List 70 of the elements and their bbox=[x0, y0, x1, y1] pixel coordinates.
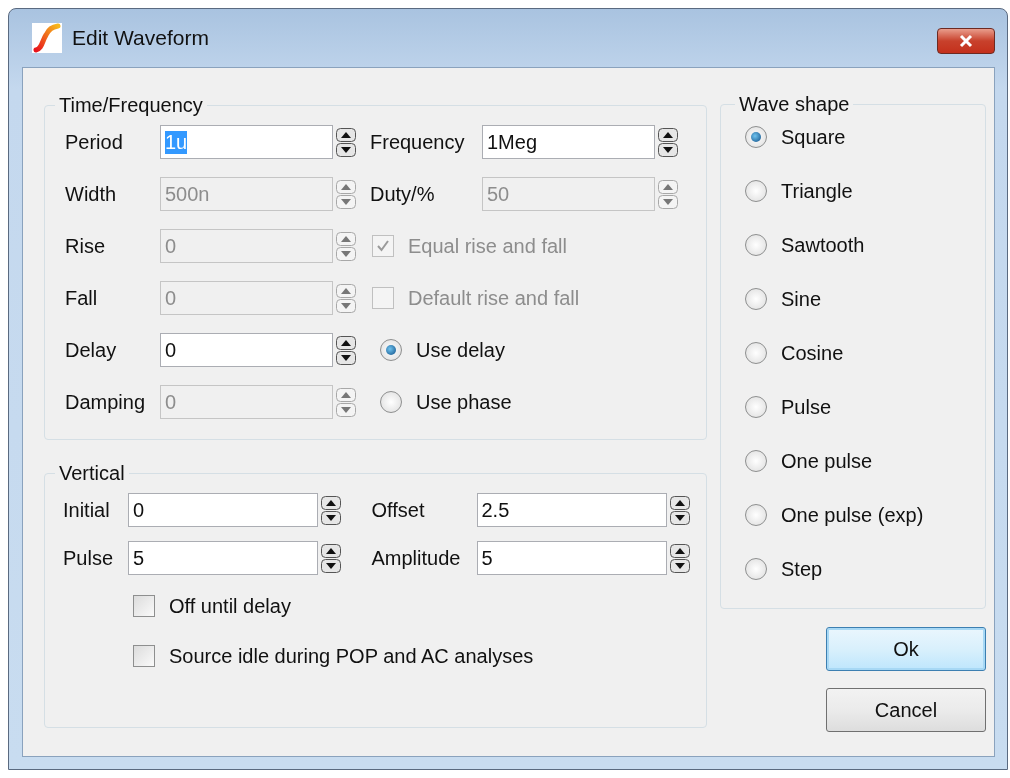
spin-up-button[interactable] bbox=[336, 335, 356, 350]
spin-down-button[interactable] bbox=[669, 510, 690, 525]
radio-label: Use delay bbox=[416, 338, 505, 362]
radio-button[interactable] bbox=[745, 450, 767, 472]
close-icon bbox=[958, 34, 974, 48]
radio-button[interactable] bbox=[745, 504, 767, 526]
app-icon bbox=[32, 23, 62, 53]
spin-up-button[interactable] bbox=[669, 543, 690, 558]
field-label: Period bbox=[65, 130, 124, 154]
spin-down-button[interactable] bbox=[321, 558, 341, 573]
field-label: Amplitude bbox=[371, 546, 462, 570]
field-label: Pulse bbox=[63, 546, 115, 570]
spin-down-button[interactable] bbox=[336, 142, 356, 157]
field-label: Width bbox=[65, 182, 118, 206]
radio-button[interactable] bbox=[745, 234, 767, 256]
checkbox[interactable] bbox=[133, 645, 155, 667]
window-title: Edit Waveform bbox=[72, 26, 209, 50]
spin-up-button[interactable] bbox=[669, 495, 690, 510]
group-title: Time/Frequency bbox=[58, 94, 204, 117]
radio-label: One pulse (exp) bbox=[781, 503, 924, 527]
checkbox-label: Source idle during POP and AC analyses bbox=[169, 644, 534, 668]
radio-label: Use phase bbox=[416, 390, 512, 414]
radio-button[interactable] bbox=[745, 288, 767, 310]
radio-label: One pulse bbox=[781, 449, 873, 473]
spin-down-button[interactable] bbox=[321, 510, 341, 525]
radio-button[interactable] bbox=[745, 558, 767, 580]
spin-up-button[interactable] bbox=[336, 127, 356, 142]
field-label: Rise bbox=[65, 234, 106, 258]
radio-label: Square bbox=[781, 125, 846, 149]
field-label: Frequency bbox=[370, 130, 466, 154]
radio-button[interactable] bbox=[745, 126, 767, 148]
spin-up-button[interactable] bbox=[658, 127, 678, 142]
input-field[interactable]: 1Meg bbox=[482, 125, 655, 159]
radio-button[interactable] bbox=[380, 391, 402, 413]
field-label: Fall bbox=[65, 286, 99, 310]
radio-label: Step bbox=[781, 557, 823, 581]
dialog-button[interactable]: Cancel bbox=[826, 688, 986, 732]
field-label: Delay bbox=[65, 338, 118, 362]
field-label: Offset bbox=[371, 498, 426, 522]
field-label: Damping bbox=[65, 390, 147, 414]
checkbox-label: Default rise and fall bbox=[408, 286, 580, 310]
spin-up-button[interactable] bbox=[321, 543, 341, 558]
radio-label: Cosine bbox=[781, 341, 844, 365]
check-icon bbox=[375, 238, 391, 254]
checkbox[interactable] bbox=[133, 595, 155, 617]
radio-label: Sine bbox=[781, 287, 822, 311]
radio-label: Triangle bbox=[781, 179, 853, 203]
radio-button[interactable] bbox=[745, 342, 767, 364]
spin-down-button[interactable] bbox=[336, 350, 356, 365]
input-field[interactable]: 2.5 bbox=[476, 493, 667, 527]
spin-down-button[interactable] bbox=[669, 558, 690, 573]
input-field[interactable]: 5 bbox=[128, 541, 318, 575]
radio-label: Sawtooth bbox=[781, 233, 865, 257]
field-label: Initial bbox=[63, 498, 111, 522]
radio-button[interactable] bbox=[745, 396, 767, 418]
input-field[interactable]: 0 bbox=[160, 333, 333, 367]
group-title: Wave shape bbox=[738, 93, 851, 116]
spin-up-button[interactable] bbox=[321, 495, 341, 510]
checkbox-label: Equal rise and fall bbox=[408, 234, 567, 258]
radio-button[interactable] bbox=[745, 180, 767, 202]
field-label: Duty/% bbox=[370, 182, 436, 206]
dialog-button[interactable]: Ok bbox=[826, 627, 986, 671]
checkbox-label: Off until delay bbox=[169, 594, 291, 618]
input-field[interactable]: 5 bbox=[476, 541, 667, 575]
input-field[interactable]: 0 bbox=[128, 493, 318, 527]
radio-button[interactable] bbox=[380, 339, 402, 361]
radio-label: Pulse bbox=[781, 395, 832, 419]
close-button[interactable] bbox=[937, 28, 995, 54]
group-title: Vertical bbox=[58, 462, 126, 485]
spin-down-button[interactable] bbox=[658, 142, 678, 157]
